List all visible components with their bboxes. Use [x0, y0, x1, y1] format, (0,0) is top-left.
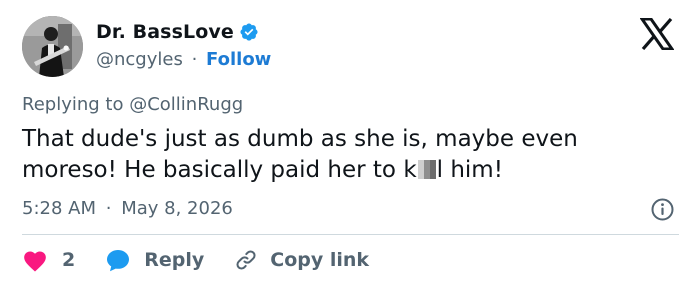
reply-context-mention[interactable]: @CollinRugg — [129, 94, 243, 115]
tweet-actions: 2 Reply Copy link — [22, 246, 369, 274]
tweet-timestamp[interactable]: 5:28 AM · May 8, 2026 — [22, 198, 233, 219]
like-button[interactable]: 2 — [22, 248, 75, 272]
tweet-time: 5:28 AM — [22, 198, 96, 219]
reply-context: Replying to @CollinRugg — [22, 94, 243, 115]
reply-bubble-icon — [107, 250, 130, 272]
handle-separator: · — [191, 49, 198, 70]
copy-link-button[interactable]: Copy link — [234, 248, 369, 272]
tweet-text-line-1: That dude's just as dumb as she is, mayb… — [22, 126, 578, 152]
reply-context-prefix: Replying to — [22, 94, 124, 115]
avatar-image — [22, 16, 83, 77]
tweet-date: May 8, 2026 — [121, 198, 233, 219]
x-logo-icon[interactable] — [639, 17, 675, 51]
link-icon — [236, 250, 256, 270]
tweet-text-line-2-end: l him! — [436, 157, 503, 183]
author-handle-row: @ncgyles · Follow — [96, 49, 271, 70]
follow-button[interactable]: Follow — [206, 49, 271, 70]
author-display-name[interactable]: Dr. BassLove — [96, 21, 234, 43]
tweet-text-line-2-start: moreso! He basically paid her to k — [22, 157, 417, 183]
verified-badge-icon — [239, 22, 259, 42]
author-handle[interactable]: @ncgyles — [96, 49, 183, 70]
tweet-text: That dude's just as dumb as she is, mayb… — [22, 124, 672, 186]
copy-link-label: Copy link — [270, 249, 370, 271]
censored-block — [417, 160, 436, 179]
divider — [22, 234, 679, 235]
like-count: 2 — [62, 249, 76, 271]
heart-icon — [24, 251, 46, 272]
reply-button[interactable]: Reply — [105, 248, 204, 272]
tweet-text-line-2: moreso! He basically paid her to k l him! — [22, 155, 672, 186]
timestamp-separator: · — [105, 198, 112, 219]
author-name-row: Dr. BassLove — [96, 21, 259, 43]
avatar[interactable] — [22, 16, 83, 77]
reply-label: Reply — [144, 249, 205, 271]
info-icon[interactable] — [650, 197, 675, 222]
